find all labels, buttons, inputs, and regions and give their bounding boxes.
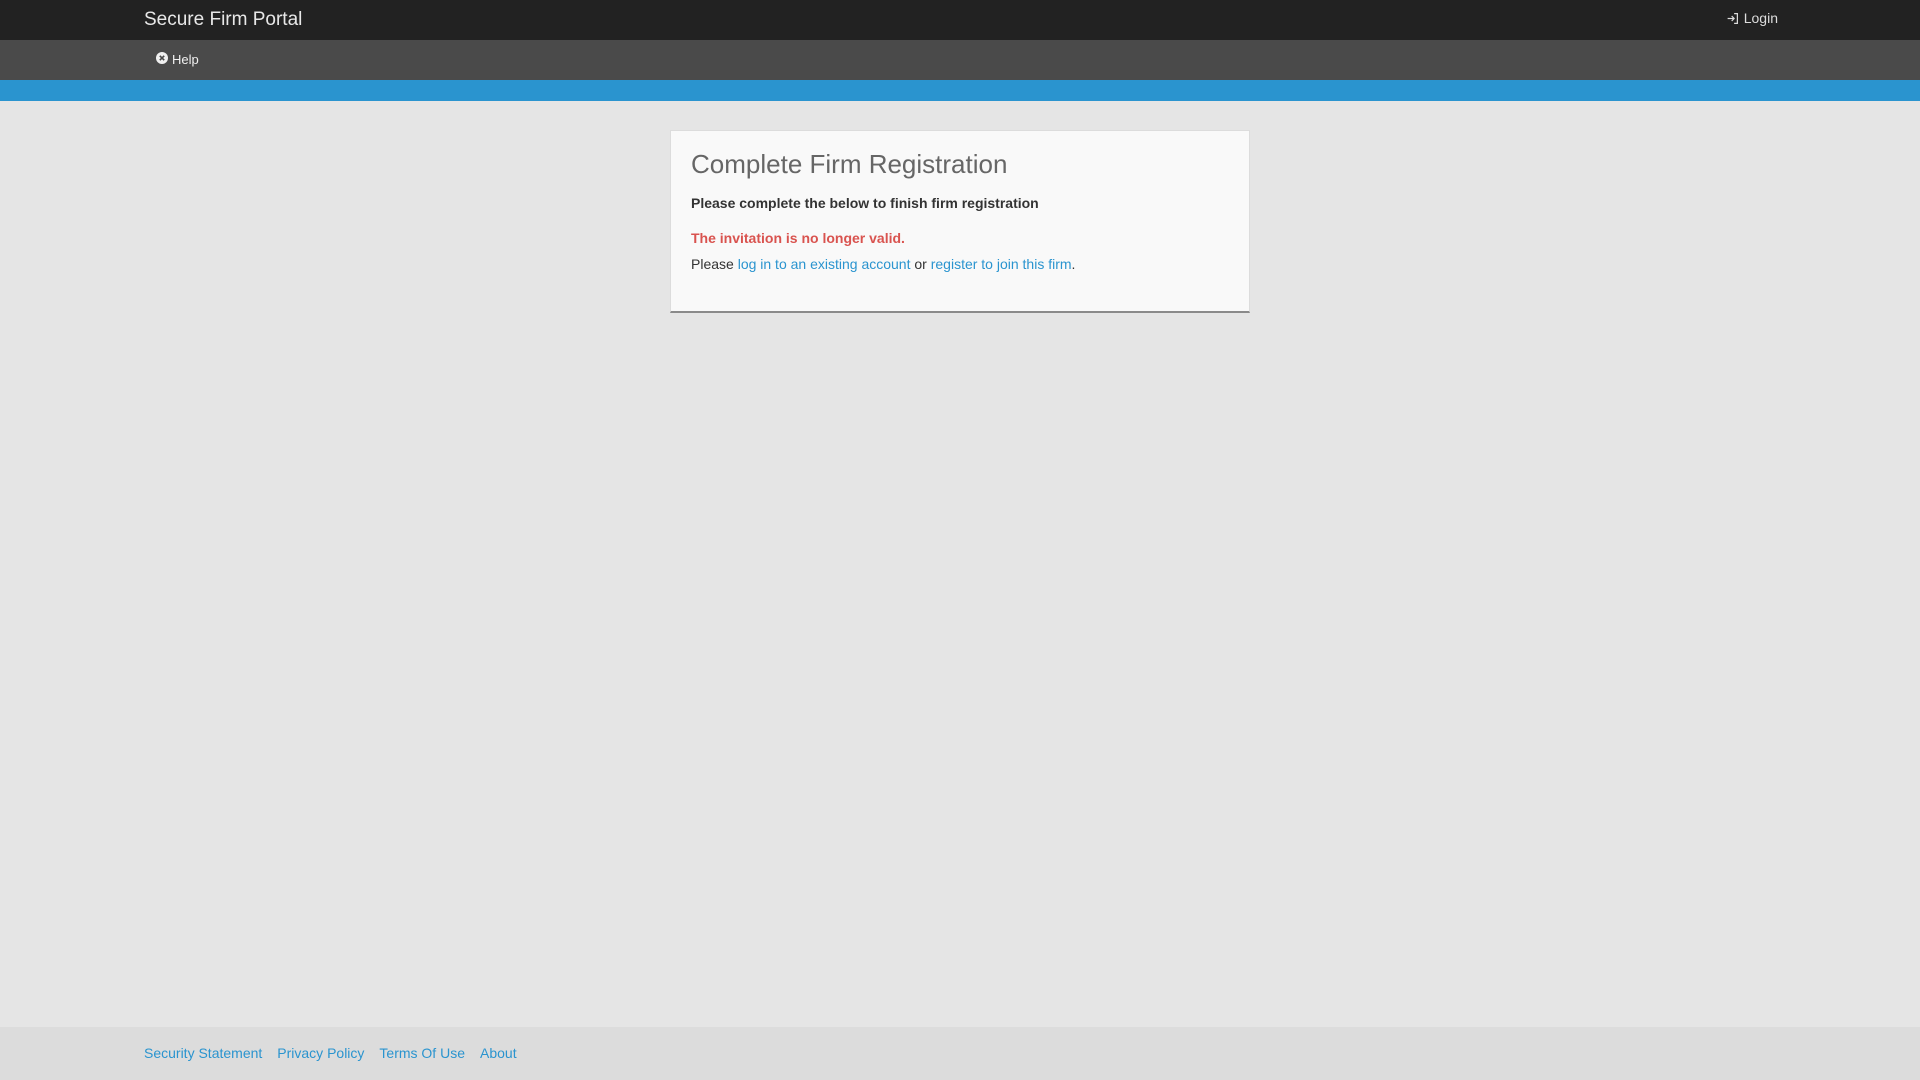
card-subtitle: Please complete the below to finish firm… bbox=[691, 195, 1039, 211]
footer-links: Security Statement Privacy Policy Terms … bbox=[144, 1043, 517, 1063]
instruction-text: Please log in to an existing account or … bbox=[691, 254, 1075, 274]
times-circle-icon bbox=[156, 50, 168, 70]
help-label: Help bbox=[172, 52, 199, 67]
top-navbar: Secure Firm Portal Login bbox=[0, 0, 1920, 40]
register-link[interactable]: register to join this firm bbox=[931, 256, 1072, 272]
registration-card: Complete Firm Registration Please comple… bbox=[670, 130, 1250, 313]
login-link[interactable]: Login bbox=[1726, 8, 1778, 28]
terms-of-use-link[interactable]: Terms Of Use bbox=[379, 1043, 465, 1063]
login-label: Login bbox=[1743, 10, 1778, 26]
accent-bar bbox=[0, 80, 1920, 101]
error-message: The invitation is no longer valid. bbox=[691, 230, 905, 246]
instruction-suffix: . bbox=[1071, 256, 1076, 272]
page-title: Complete Firm Registration bbox=[691, 149, 1008, 179]
footer: Security Statement Privacy Policy Terms … bbox=[0, 1027, 1920, 1080]
privacy-policy-link[interactable]: Privacy Policy bbox=[277, 1043, 364, 1063]
brand-title[interactable]: Secure Firm Portal bbox=[144, 8, 302, 32]
sub-navbar: Help bbox=[0, 40, 1920, 80]
about-link[interactable]: About bbox=[480, 1043, 517, 1063]
help-link[interactable]: Help bbox=[156, 50, 199, 70]
security-statement-link[interactable]: Security Statement bbox=[144, 1043, 262, 1063]
sign-in-icon bbox=[1726, 12, 1739, 25]
instruction-prefix: Please bbox=[691, 256, 734, 272]
login-existing-link[interactable]: log in to an existing account bbox=[738, 256, 911, 272]
instruction-middle: or bbox=[914, 256, 927, 272]
